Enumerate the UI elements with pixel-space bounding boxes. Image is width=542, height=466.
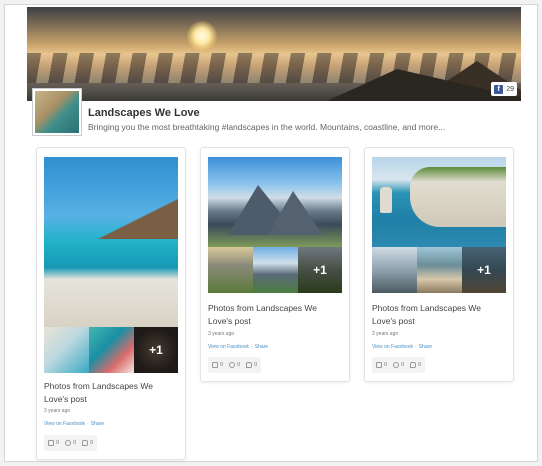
page-likes-badge[interactable]: f 29 [491,82,517,96]
more-photos-count: +1 [462,247,506,293]
shares-count: 0 [254,362,258,368]
likes-count: 0 [56,440,60,446]
post-title[interactable]: Photos from Landscapes We Love's post [44,380,178,406]
comment-icon [65,440,72,446]
post-card[interactable]: +1 Photos from Landscapes We Love's post… [364,147,514,382]
post-thumb-more[interactable]: +1 [462,247,506,293]
post-thumb-more[interactable]: +1 [298,247,342,293]
comment-icon [229,362,236,368]
comments-count: 0 [401,362,405,368]
share-icon [82,440,89,446]
view-on-facebook-link[interactable]: View on Facebook [372,344,413,350]
shares-stat: 0 [82,440,93,446]
post-thumb-photo[interactable] [372,247,417,293]
shares-count: 0 [418,362,422,368]
share-icon [410,362,417,368]
comments-count: 0 [237,362,241,368]
post-links: View on Facebook · Share [208,344,268,350]
shares-stat: 0 [246,362,257,368]
likes-stat: 0 [212,362,223,368]
view-on-facebook-link[interactable]: View on Facebook [44,421,85,427]
separator: · [251,344,253,350]
shares-count: 0 [90,440,94,446]
post-thumb-photo[interactable] [417,247,462,293]
comments-stat: 0 [229,362,240,368]
post-title[interactable]: Photos from Landscapes We Love's post [208,302,342,328]
comments-count: 0 [73,440,77,446]
share-link[interactable]: Share [419,344,432,350]
separator: · [415,344,417,350]
post-links: View on Facebook · Share [44,421,104,427]
separator: · [87,421,89,427]
post-time: 3 years ago [372,331,399,337]
post-thumb-photo[interactable] [44,327,89,373]
likes-stat: 0 [48,440,59,446]
post-links: View on Facebook · Share [372,344,432,350]
post-stats: 0 0 0 [208,357,262,373]
cover-sun [187,21,217,51]
share-link[interactable]: Share [255,344,268,350]
shares-stat: 0 [410,362,421,368]
page-title[interactable]: Landscapes We Love [88,107,200,119]
post-time: 3 years ago [44,408,71,414]
facebook-icon: f [494,84,504,94]
likes-stat: 0 [376,362,387,368]
post-main-photo[interactable] [44,157,178,327]
post-thumb-photo[interactable] [253,247,298,293]
post-stats: 0 0 0 [44,435,98,451]
more-photos-count: +1 [298,247,342,293]
post-thumb-photo[interactable] [208,247,253,293]
view-on-facebook-link[interactable]: View on Facebook [208,344,249,350]
share-link[interactable]: Share [91,421,104,427]
post-title[interactable]: Photos from Landscapes We Love's post [372,302,506,328]
like-icon [376,362,382,368]
page-avatar[interactable] [33,89,81,135]
likes-count: 0 [384,362,388,368]
comment-icon [393,362,400,368]
share-icon [246,362,253,368]
post-main-photo[interactable] [372,157,506,247]
comments-stat: 0 [65,440,76,446]
post-thumb-photo[interactable] [89,327,134,373]
post-stats: 0 0 0 [372,357,426,373]
post-card[interactable]: +1 Photos from Landscapes We Love's post… [36,147,186,460]
post-card[interactable]: +1 Photos from Landscapes We Love's post… [200,147,350,382]
page-likes-count: 29 [506,85,514,93]
likes-count: 0 [220,362,224,368]
cover-photo[interactable]: f 29 [27,7,521,101]
more-photos-count: +1 [134,327,178,373]
post-thumb-more[interactable]: +1 [134,327,178,373]
like-icon [48,440,54,446]
page-description: Bringing you the most breathtaking #land… [88,122,446,132]
comments-stat: 0 [393,362,404,368]
post-main-photo[interactable] [208,157,342,247]
post-time: 3 years ago [208,331,235,337]
like-icon [212,362,218,368]
